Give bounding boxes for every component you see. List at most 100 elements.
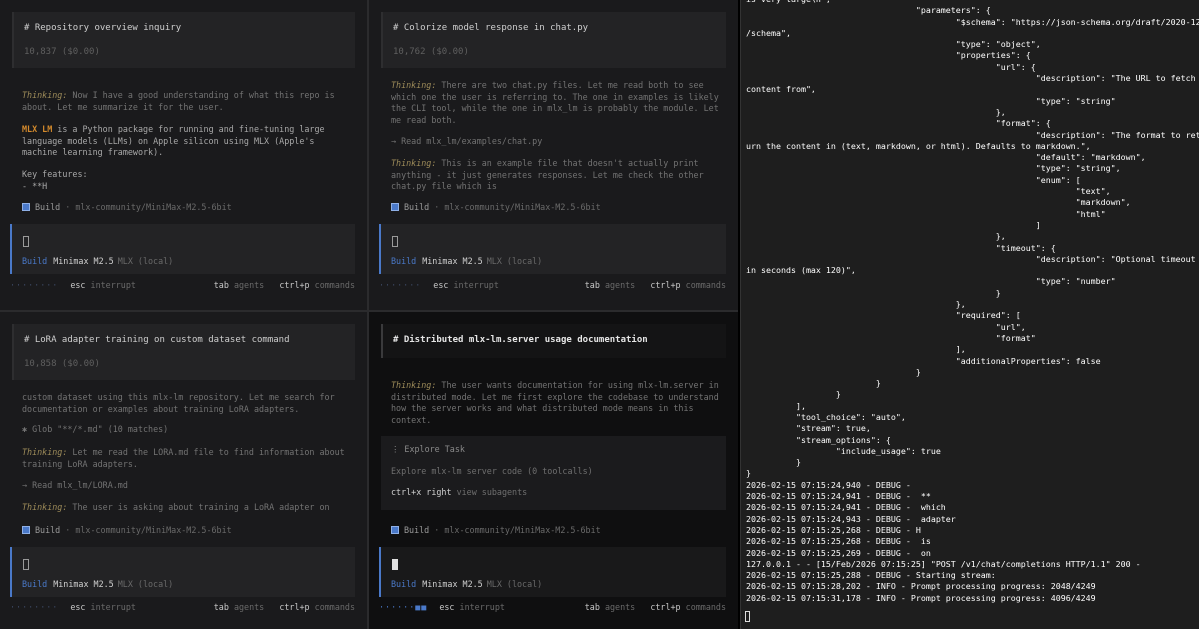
prompt-input[interactable]: Build Minimax M2.5 MLX (local) bbox=[10, 547, 355, 597]
status-bar: ········ esc interrupt tab agents ctrl+p … bbox=[10, 280, 355, 294]
conversation-content-2: Thinking: The user is asking about train… bbox=[22, 502, 353, 514]
conversation-content: Thinking: Now I have a good understandin… bbox=[22, 90, 353, 113]
session-header: # Distributed mlx-lm.server usage docume… bbox=[381, 324, 726, 358]
tab-key[interactable]: tab bbox=[585, 280, 600, 290]
progress-dots: ······■■ bbox=[379, 602, 428, 612]
shortcut-key: ctrl+x right bbox=[391, 487, 452, 497]
session-pane-lora[interactable]: # LoRA adapter training on custom datase… bbox=[0, 312, 367, 629]
model-info: Build Minimax M2.5 MLX (local) bbox=[22, 579, 173, 589]
tab-label: agents bbox=[233, 602, 265, 612]
model-name: Minimax M2.5 bbox=[53, 579, 114, 589]
esc-label: interrupt bbox=[90, 280, 136, 290]
text-cursor bbox=[23, 236, 29, 247]
session-header: # LoRA adapter training on custom datase… bbox=[12, 324, 355, 380]
commands-label: commands bbox=[314, 280, 355, 290]
thinking-text: Let me read the LORA.md file to find inf… bbox=[22, 447, 350, 469]
task-title: ⋮ Explore Task bbox=[391, 444, 465, 454]
thinking-label-2: Thinking: bbox=[391, 158, 437, 168]
conversation-content: Thinking: Let me read the LORA.md file t… bbox=[22, 447, 353, 470]
glob-line: ✱ Glob "**/*.md" (10 matches) bbox=[22, 424, 169, 434]
provider-name: MLX (local) bbox=[117, 579, 174, 589]
response-body: is a Python package for running and fine… bbox=[22, 124, 330, 157]
token-count: 10,858 ($0.00) bbox=[24, 359, 100, 369]
commands-key[interactable]: ctrl+p bbox=[650, 602, 680, 612]
prompt-input[interactable]: Build Minimax M2.5 MLX (local) bbox=[379, 224, 726, 274]
thinking-text: There are two chat.py files. Let me read… bbox=[391, 80, 724, 125]
commands-key[interactable]: ctrl+p bbox=[650, 280, 680, 290]
thinking-label: Thinking: bbox=[391, 80, 437, 90]
commands-key[interactable]: ctrl+p bbox=[279, 602, 309, 612]
session-header: # Colorize model response in chat.py 10,… bbox=[381, 12, 726, 68]
build-model: · mlx-community/MiniMax-M2.5-6bit bbox=[65, 525, 232, 535]
progress-dots: ······· bbox=[379, 280, 422, 290]
model-info: Build Minimax M2.5 MLX (local) bbox=[22, 256, 173, 266]
esc-key[interactable]: esc bbox=[70, 280, 85, 290]
highlight-text: MLX LM bbox=[22, 124, 53, 134]
thinking-label: Thinking: bbox=[391, 380, 437, 390]
prompt-input[interactable]: Build Minimax M2.5 MLX (local) bbox=[10, 224, 355, 274]
session-pane-distributed[interactable]: # Distributed mlx-lm.server usage docume… bbox=[369, 312, 738, 629]
status-bar: ······■■ esc interrupt tab agents ctrl+p … bbox=[379, 602, 726, 616]
subagent-shortcut[interactable]: ctrl+x right view subagents bbox=[391, 487, 716, 499]
build-square-icon bbox=[391, 526, 399, 534]
build-model: · mlx-community/MiniMax-M2.5-6bit bbox=[65, 202, 232, 212]
status-bar: ······· esc interrupt tab agents ctrl+p c… bbox=[379, 280, 726, 294]
tab-key[interactable]: tab bbox=[214, 602, 229, 612]
model-name: Minimax M2.5 bbox=[422, 579, 483, 589]
session-pane-colorize[interactable]: # Colorize model response in chat.py 10,… bbox=[369, 0, 738, 310]
server-log-terminal[interactable]: is very large\n", "parameters": { "$sche… bbox=[740, 0, 1199, 629]
subagent-task[interactable]: ⋮ Explore Task Explore mlx-lm server cod… bbox=[381, 436, 726, 510]
thinking-text: Now I have a good understanding of what … bbox=[22, 90, 340, 112]
build-agent: Build bbox=[35, 525, 61, 535]
build-square-icon bbox=[391, 203, 399, 211]
session-title: # Colorize model response in chat.py bbox=[393, 23, 589, 33]
session-title: # Repository overview inquiry bbox=[24, 23, 182, 33]
read-line: → Read mlx_lm/LORA.md bbox=[22, 480, 128, 490]
esc-label: interrupt bbox=[459, 602, 505, 612]
build-line: Build · mlx-community/MiniMax-M2.5-6bit bbox=[391, 525, 601, 535]
token-count: 10,762 ($0.00) bbox=[393, 47, 469, 57]
token-count: 10,837 ($0.00) bbox=[24, 47, 100, 57]
tab-key[interactable]: tab bbox=[585, 602, 600, 612]
tab-key[interactable]: tab bbox=[214, 280, 229, 290]
text-cursor bbox=[23, 559, 29, 570]
model-name: Minimax M2.5 bbox=[422, 256, 483, 266]
thinking-label: Thinking: bbox=[22, 90, 68, 100]
intro-text: custom dataset using this mlx-lm reposit… bbox=[22, 392, 340, 414]
session-pane-repository-overview[interactable]: # Repository overview inquiry 10,837 ($0… bbox=[0, 0, 367, 310]
esc-label: interrupt bbox=[453, 280, 499, 290]
commands-key[interactable]: ctrl+p bbox=[279, 280, 309, 290]
prompt-input[interactable]: Build Minimax M2.5 MLX (local) bbox=[379, 547, 726, 597]
build-model: · mlx-community/MiniMax-M2.5-6bit bbox=[434, 525, 601, 535]
agent-name: Build bbox=[22, 256, 48, 266]
read-line: → Read mlx_lm/examples/chat.py bbox=[391, 136, 543, 146]
progress-dots: ········ bbox=[10, 602, 59, 612]
session-title: # LoRA adapter training on custom datase… bbox=[24, 335, 290, 345]
provider-name: MLX (local) bbox=[486, 579, 543, 589]
horizontal-split-divider[interactable] bbox=[0, 310, 738, 312]
session-title: # Distributed mlx-lm.server usage docume… bbox=[393, 335, 648, 345]
terminal-cursor bbox=[745, 611, 750, 622]
model-name: Minimax M2.5 bbox=[53, 256, 114, 266]
status-bar: ········ esc interrupt tab agents ctrl+p … bbox=[10, 602, 355, 616]
tab-label: agents bbox=[604, 602, 636, 612]
build-line: Build · mlx-community/MiniMax-M2.5-6bit bbox=[22, 202, 232, 212]
session-header: # Repository overview inquiry 10,837 ($0… bbox=[12, 12, 355, 68]
esc-key[interactable]: esc bbox=[70, 602, 85, 612]
build-agent: Build bbox=[404, 202, 430, 212]
conversation-content: Thinking: The user wants documentation f… bbox=[391, 380, 724, 426]
terminal-output: is very large\n", "parameters": { "$sche… bbox=[746, 0, 1199, 603]
build-line: Build · mlx-community/MiniMax-M2.5-6bit bbox=[391, 202, 601, 212]
vertical-split-divider[interactable] bbox=[367, 0, 369, 629]
esc-key[interactable]: esc bbox=[433, 280, 448, 290]
tab-label: agents bbox=[233, 280, 265, 290]
text-cursor bbox=[392, 559, 398, 570]
response-text: MLX LM is a Python package for running a… bbox=[22, 124, 353, 159]
build-model: · mlx-community/MiniMax-M2.5-6bit bbox=[434, 202, 601, 212]
progress-dots: ········ bbox=[10, 280, 59, 290]
commands-label: commands bbox=[685, 602, 726, 612]
tab-label: agents bbox=[604, 280, 636, 290]
build-line: Build · mlx-community/MiniMax-M2.5-6bit bbox=[22, 525, 232, 535]
esc-key[interactable]: esc bbox=[439, 602, 454, 612]
commands-label: commands bbox=[685, 280, 726, 290]
